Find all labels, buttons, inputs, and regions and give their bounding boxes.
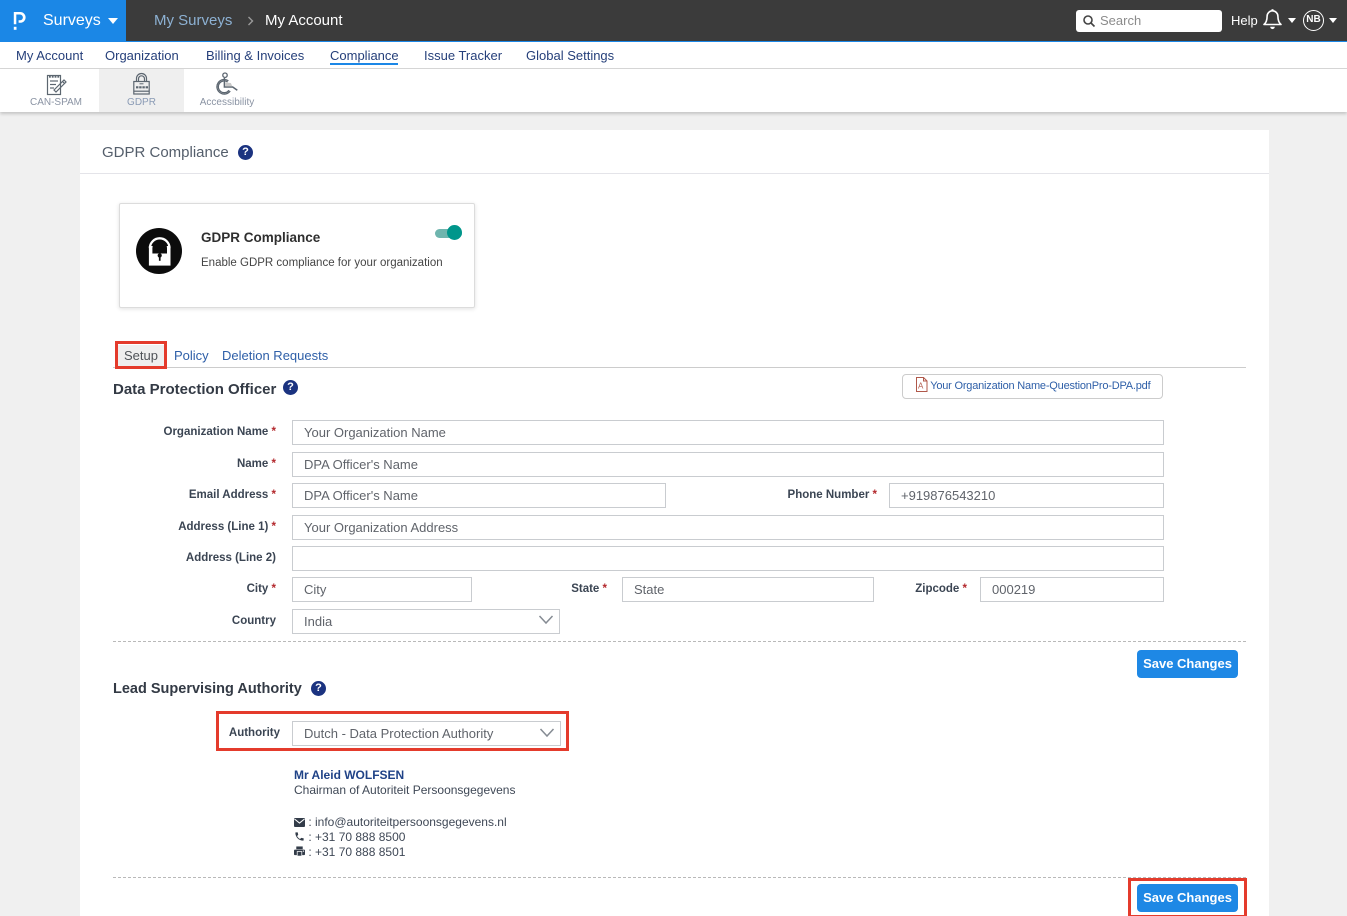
svg-text:A: A — [918, 382, 924, 391]
